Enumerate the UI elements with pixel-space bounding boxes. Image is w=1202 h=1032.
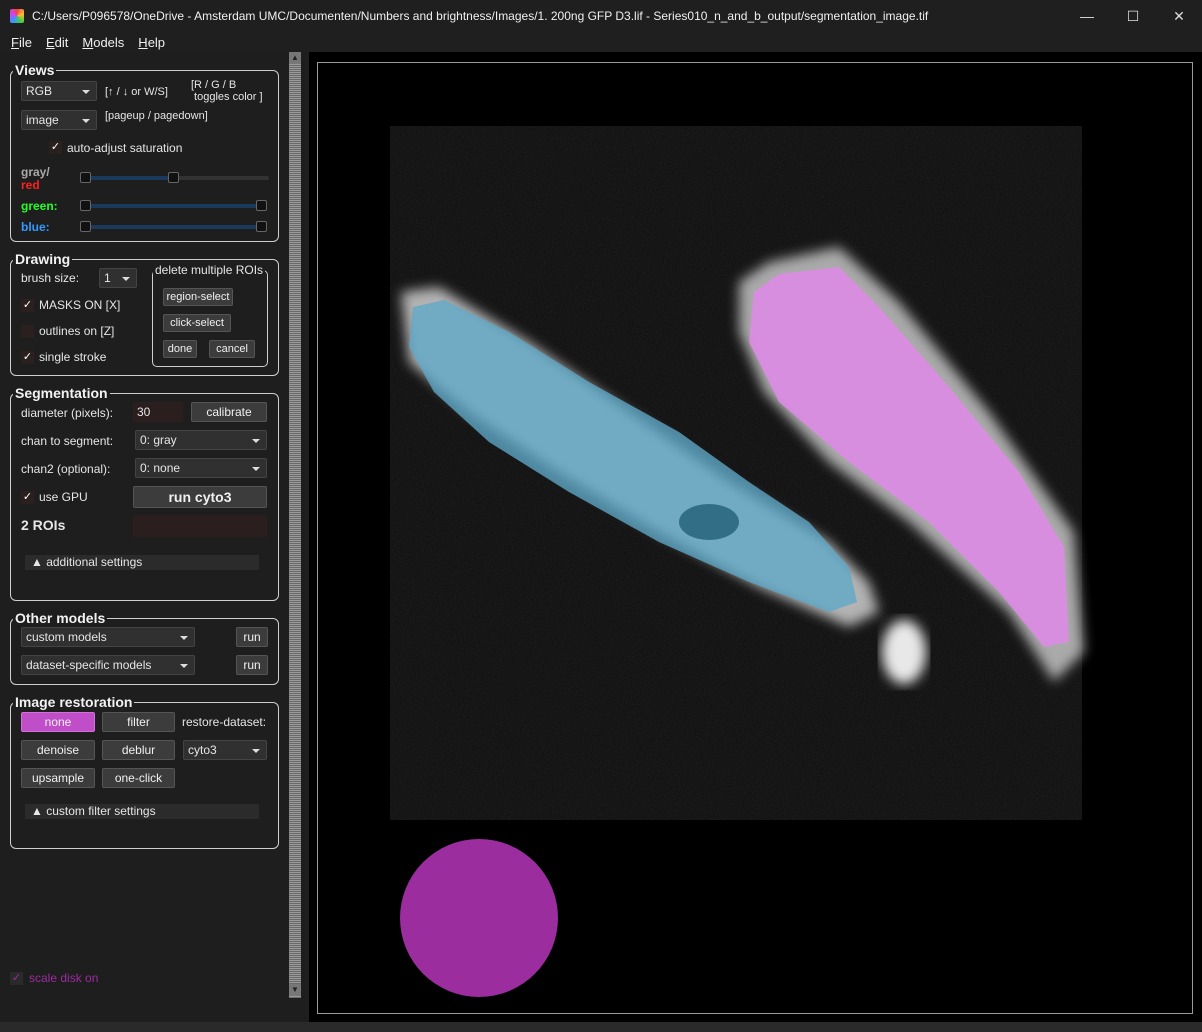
blue-slider-min-handle[interactable]	[80, 221, 91, 232]
color-mode-select[interactable]: RGB	[21, 81, 97, 101]
upsample-button[interactable]: upsample	[21, 768, 95, 788]
auto-adjust-label: auto-adjust saturation	[67, 141, 183, 155]
menu-file[interactable]: File	[4, 35, 39, 50]
one-click-button[interactable]: one-click	[102, 768, 175, 788]
scale-disk-checkbox[interactable]: ✓	[10, 972, 23, 985]
title-bar: C:/Users/P096578/OneDrive - Amsterdam UM…	[0, 0, 1202, 32]
delete-rois-title: delete multiple ROIs	[153, 263, 266, 277]
restore-dataset-select[interactable]: cyto3	[183, 740, 267, 760]
filter-button[interactable]: filter	[102, 712, 175, 732]
run-custom-button[interactable]: run	[236, 627, 268, 647]
masks-checkbox[interactable]: ✓	[21, 299, 34, 312]
scroll-down-arrow[interactable]: ▼	[289, 984, 301, 996]
other-models-title: Other models	[13, 610, 108, 626]
drawing-title: Drawing	[13, 251, 73, 267]
rgb-toggle-hint: [R / G / B toggles color ]	[191, 79, 263, 103]
gpu-checkbox[interactable]: ✓	[21, 491, 34, 504]
maximize-button[interactable]: ☐	[1110, 0, 1156, 32]
scale-disk	[400, 839, 558, 997]
gray-label: gray/	[21, 165, 50, 179]
single-stroke-checkbox[interactable]: ✓	[21, 351, 34, 364]
restore-dataset-label: restore-dataset:	[182, 715, 267, 729]
gray-slider-min-handle[interactable]	[80, 172, 91, 183]
single-stroke-label: single stroke	[39, 350, 107, 364]
gray-slider-range	[85, 176, 175, 180]
roi-count: 2 ROIs	[21, 517, 66, 533]
none-filter-button[interactable]: none	[21, 712, 95, 732]
outlines-label: outlines on [Z]	[39, 324, 115, 338]
run-dataset-button[interactable]: run	[236, 655, 268, 675]
window-title: C:/Users/P096578/OneDrive - Amsterdam UM…	[32, 9, 929, 23]
diameter-input[interactable]: 30	[133, 402, 183, 422]
gray-slider-max-handle[interactable]	[168, 172, 179, 183]
restoration-title: Image restoration	[13, 694, 135, 710]
close-button[interactable]: ✕	[1156, 0, 1202, 32]
layer-select[interactable]: image	[21, 110, 97, 130]
panel-scrollbar[interactable]	[289, 52, 301, 998]
layer-hint: [pageup / pagedown]	[105, 110, 208, 122]
chan2-label: chan2 (optional):	[21, 462, 111, 476]
menu-edit[interactable]: Edit	[39, 35, 75, 50]
app-icon	[10, 9, 24, 23]
brush-size-label: brush size:	[21, 271, 80, 285]
segmentation-title: Segmentation	[13, 385, 110, 401]
green-label: green:	[21, 199, 58, 213]
microscopy-image	[390, 126, 1084, 997]
green-slider[interactable]	[85, 204, 265, 208]
segmentation-group: Segmentation diameter (pixels): 30 calib…	[10, 385, 279, 601]
custom-models-select[interactable]: custom models	[21, 627, 195, 647]
click-select-button[interactable]: click-select	[163, 314, 231, 332]
chan2-select[interactable]: 0: none	[135, 458, 267, 478]
menu-help[interactable]: Help	[131, 35, 172, 50]
custom-filter-toggle[interactable]: ▲ custom filter settings	[25, 804, 259, 819]
outlines-checkbox[interactable]	[21, 325, 34, 338]
green-slider-min-handle[interactable]	[80, 200, 91, 211]
control-panel: Views RGB [↑ / ↓ or W/S] [R / G / B togg…	[0, 52, 288, 998]
drawing-group: Drawing brush size: 1 ✓ MASKS ON [X] out…	[10, 251, 279, 376]
restoration-group: Image restoration none filter restore-da…	[10, 694, 279, 849]
cancel-button[interactable]: cancel	[209, 340, 255, 358]
blue-slider-max-handle[interactable]	[256, 221, 267, 232]
chan-select[interactable]: 0: gray	[135, 430, 267, 450]
blue-label: blue:	[21, 220, 50, 234]
blue-slider[interactable]	[85, 225, 265, 229]
image-viewer[interactable]	[309, 52, 1202, 1022]
views-group: Views RGB [↑ / ↓ or W/S] [R / G / B togg…	[10, 62, 279, 242]
denoise-button[interactable]: denoise	[21, 740, 95, 760]
calibrate-button[interactable]: calibrate	[191, 402, 267, 422]
diameter-label: diameter (pixels):	[21, 406, 114, 420]
chan-label: chan to segment:	[21, 434, 114, 448]
progress-bar	[133, 515, 267, 537]
menu-models[interactable]: Models	[75, 35, 131, 50]
additional-settings-toggle[interactable]: ▲ additional settings	[25, 555, 259, 570]
delete-rois-group: delete multiple ROIs region-select click…	[152, 263, 268, 367]
green-slider-max-handle[interactable]	[256, 200, 267, 211]
scale-disk-label: scale disk on	[29, 971, 99, 985]
status-strip	[0, 1022, 1202, 1032]
brush-size-select[interactable]: 1	[99, 268, 137, 288]
masks-label: MASKS ON [X]	[39, 298, 121, 312]
gpu-label: use GPU	[39, 490, 88, 504]
scroll-up-arrow[interactable]: ▲	[289, 52, 301, 64]
done-button[interactable]: done	[163, 340, 197, 358]
run-cyto3-button[interactable]: run cyto3	[133, 486, 267, 508]
other-models-group: Other models custom models run dataset-s…	[10, 610, 279, 685]
deblur-button[interactable]: deblur	[102, 740, 175, 760]
dataset-models-select[interactable]: dataset-specific models	[21, 655, 195, 675]
bright-spot	[882, 620, 926, 684]
auto-adjust-checkbox[interactable]: ✓	[49, 141, 62, 154]
views-title: Views	[13, 62, 57, 78]
red-label: red	[21, 178, 40, 192]
minimize-button[interactable]: —	[1064, 0, 1110, 32]
menu-bar: File Edit Models Help	[0, 32, 1202, 52]
color-hint: [↑ / ↓ or W/S]	[105, 86, 168, 98]
region-select-button[interactable]: region-select	[163, 288, 233, 306]
